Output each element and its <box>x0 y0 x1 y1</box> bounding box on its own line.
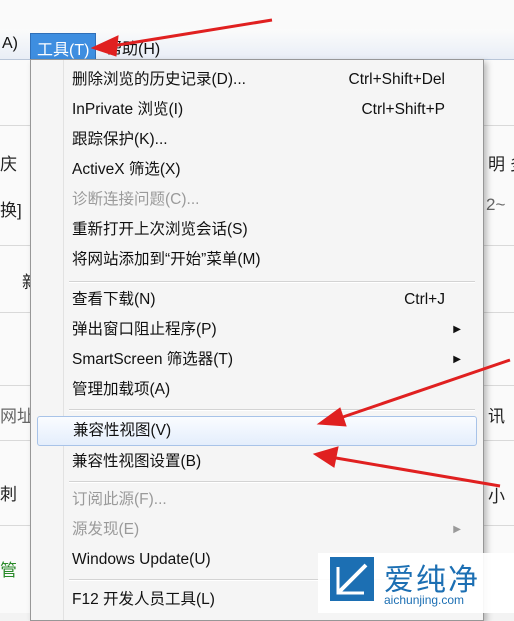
arrow-to-tools-menu-head <box>90 35 119 57</box>
arrow-to-tools-menu-shaft <box>111 18 273 48</box>
arrow-to-compat-view-head <box>316 407 347 427</box>
arrow-to-compat-settings-head <box>312 446 339 468</box>
arrow-to-compat-settings-shaft <box>335 456 501 488</box>
annotation-arrows <box>90 18 511 488</box>
watermark-logo: 爱纯净 aichunjing.com <box>318 553 514 613</box>
watermark-url: aichunjing.com <box>384 593 465 607</box>
watermark-logo-icon <box>330 557 374 601</box>
arrow-to-compat-view-shaft <box>339 358 511 420</box>
